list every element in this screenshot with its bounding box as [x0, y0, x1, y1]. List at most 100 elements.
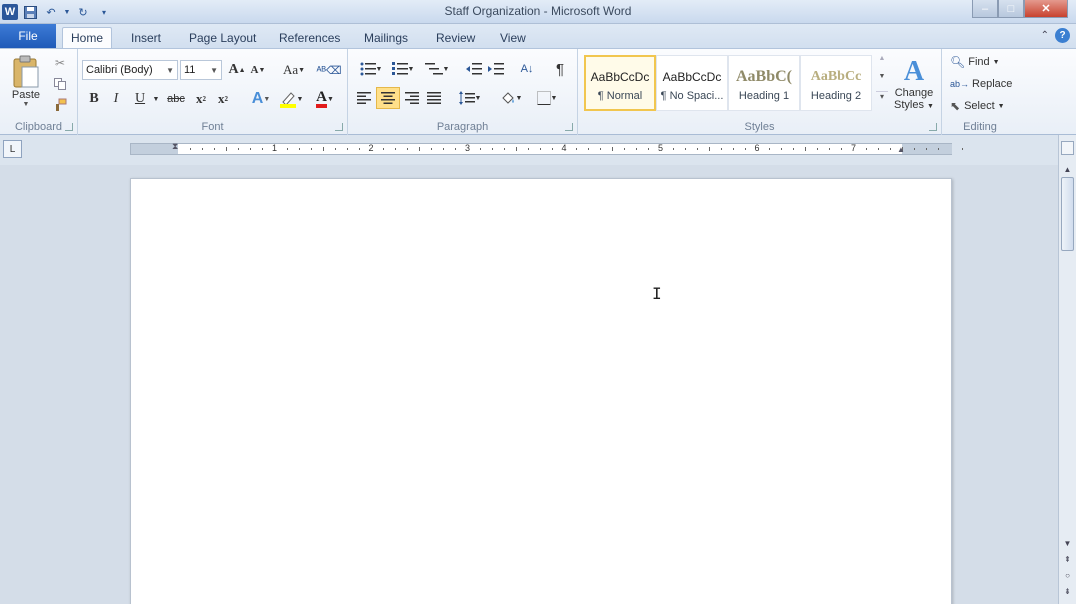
font-size-dropdown-icon: ▼: [210, 65, 218, 75]
styles-scroll-up-icon[interactable]: ▲: [876, 55, 888, 73]
paragraph-group-label: Paragraph: [436, 121, 489, 133]
ruler-tick: [841, 148, 843, 150]
justify-button[interactable]: [424, 88, 444, 108]
paste-label: Paste: [11, 88, 41, 101]
group-editing: 🔍︎ Find ▼ ab→ Replace ⬉ Select ▼ Editing: [942, 49, 1018, 135]
scrollbar-thumb[interactable]: [1061, 177, 1074, 251]
line-spacing-button[interactable]: ▼: [456, 88, 484, 108]
select-browse-object-icon[interactable]: ○: [1059, 571, 1076, 580]
close-button[interactable]: ✕: [1024, 0, 1068, 18]
shrink-font-button[interactable]: A ▼: [249, 60, 267, 80]
font-size-value: 11: [184, 64, 196, 76]
document-page[interactable]: I: [130, 178, 952, 604]
style-heading-2[interactable]: AaBbCc Heading 2: [800, 55, 872, 111]
change-styles-button[interactable]: A Change Styles ▼: [890, 51, 938, 117]
ruler-tick: [648, 148, 650, 150]
sort-button[interactable]: A↓: [516, 59, 538, 79]
format-painter-icon[interactable]: [52, 97, 68, 113]
subscript-button[interactable]: x2: [192, 89, 210, 109]
bullets-button[interactable]: ▼: [356, 59, 386, 79]
underline-button[interactable]: U: [132, 89, 148, 109]
tab-references[interactable]: References: [271, 27, 348, 48]
style-normal-name: ¶ Normal: [597, 90, 643, 102]
ruler-tick: [214, 148, 216, 150]
tab-insert[interactable]: Insert: [123, 27, 169, 48]
tab-selector-button[interactable]: L: [3, 140, 22, 158]
grow-font-button[interactable]: A ▲: [227, 60, 247, 80]
replace-button[interactable]: ab→ Replace: [950, 75, 1016, 93]
tab-page-layout[interactable]: Page Layout: [181, 27, 264, 48]
tab-home[interactable]: Home: [62, 27, 113, 48]
copy-icon[interactable]: [52, 76, 68, 92]
paste-button[interactable]: Paste ▼: [6, 53, 46, 109]
previous-page-icon[interactable]: ⇞: [1059, 555, 1076, 564]
paragraph-launcher-icon[interactable]: [565, 123, 573, 131]
styles-launcher-icon[interactable]: [929, 123, 937, 131]
change-case-button[interactable]: Aa ▼: [280, 60, 308, 80]
find-button[interactable]: 🔍︎ Find ▼: [950, 53, 1014, 71]
ruler-tick: [395, 148, 397, 150]
style-heading-1[interactable]: AaBbC( Heading 1: [728, 55, 800, 111]
clear-formatting-icon[interactable]: ᴬᴮ⌫: [316, 59, 341, 81]
highlighter-icon: [279, 92, 296, 108]
horizontal-ruler[interactable]: 1 2 3 4 5 6 7 ⧗ ▲: [130, 141, 964, 155]
cut-icon[interactable]: ✂: [52, 55, 68, 71]
left-indent-marker-icon[interactable]: ⧗: [172, 141, 178, 152]
minimize-button[interactable]: –: [972, 0, 998, 18]
scroll-up-icon[interactable]: ▲: [1059, 165, 1076, 174]
increase-indent-icon[interactable]: [486, 59, 506, 79]
tab-file[interactable]: File: [0, 24, 56, 48]
styles-scroll-down-icon[interactable]: ▼: [876, 73, 888, 91]
vertical-scrollbar[interactable]: ▲ ▼ ⇞ ○ ⇟: [1058, 135, 1076, 604]
clipboard-launcher-icon[interactable]: [65, 123, 73, 131]
underline-dropdown-icon[interactable]: ▼: [152, 89, 160, 109]
ruler-number: 3: [464, 143, 471, 153]
right-indent-marker-icon[interactable]: ▲: [897, 145, 905, 154]
tab-view[interactable]: View: [492, 27, 534, 48]
font-color-button[interactable]: A ▼: [310, 89, 340, 109]
minimize-ribbon-icon[interactable]: ⌃: [1041, 30, 1049, 41]
shading-button[interactable]: ▼: [496, 88, 526, 108]
style-normal[interactable]: AaBbCcDc ¶ Normal: [584, 55, 656, 111]
editing-group-label: Editing: [963, 121, 997, 133]
multilevel-list-button[interactable]: ▼: [422, 59, 452, 79]
tab-mailings[interactable]: Mailings: [356, 27, 416, 48]
style-no-spacing[interactable]: AaBbCcDc ¶ No Spaci...: [656, 55, 728, 111]
select-label: Select: [964, 100, 995, 112]
help-icon[interactable]: ?: [1055, 28, 1070, 43]
font-size-combo[interactable]: 11 ▼: [180, 60, 222, 80]
ruler-tick: [431, 148, 433, 150]
numbering-button[interactable]: ▼: [388, 59, 418, 79]
align-center-button[interactable]: [376, 87, 400, 109]
group-clipboard: Paste ▼ ✂ Clipboard: [0, 49, 78, 135]
ruler-tick: [407, 148, 409, 150]
next-page-icon[interactable]: ⇟: [1059, 587, 1076, 596]
view-ruler-button[interactable]: [1061, 141, 1074, 155]
maximize-button[interactable]: □: [998, 0, 1024, 18]
select-button[interactable]: ⬉ Select ▼: [950, 97, 1016, 115]
ruler-tick: [769, 148, 771, 150]
align-left-button[interactable]: [354, 88, 374, 108]
styles-more-icon[interactable]: ▾: [876, 91, 888, 109]
strikethrough-button[interactable]: abc: [164, 89, 188, 109]
ruler-tick: [491, 148, 493, 150]
align-right-button[interactable]: [402, 88, 422, 108]
change-styles-label-2-text: Styles: [894, 99, 924, 111]
grow-font-label: A: [228, 62, 239, 77]
font-launcher-icon[interactable]: [335, 123, 343, 131]
highlight-button[interactable]: ▼: [276, 89, 306, 109]
scroll-down-icon[interactable]: ▼: [1059, 539, 1076, 548]
tab-review[interactable]: Review: [428, 27, 483, 48]
decrease-indent-icon[interactable]: [464, 59, 484, 79]
ruler-tick: [346, 148, 348, 150]
text-effects-button[interactable]: A ▼: [248, 89, 274, 109]
bold-button[interactable]: B: [86, 89, 102, 109]
document-canvas[interactable]: I: [0, 165, 1058, 604]
italic-button[interactable]: I: [108, 89, 124, 109]
borders-button[interactable]: ▼: [532, 88, 562, 108]
font-name-combo[interactable]: Calibri (Body) ▼: [82, 60, 178, 80]
style-heading-2-preview: AaBbCc: [810, 69, 862, 84]
show-formatting-marks-button[interactable]: ¶: [550, 59, 570, 79]
ruler-tick: [925, 148, 927, 150]
superscript-button[interactable]: x2: [214, 89, 232, 109]
